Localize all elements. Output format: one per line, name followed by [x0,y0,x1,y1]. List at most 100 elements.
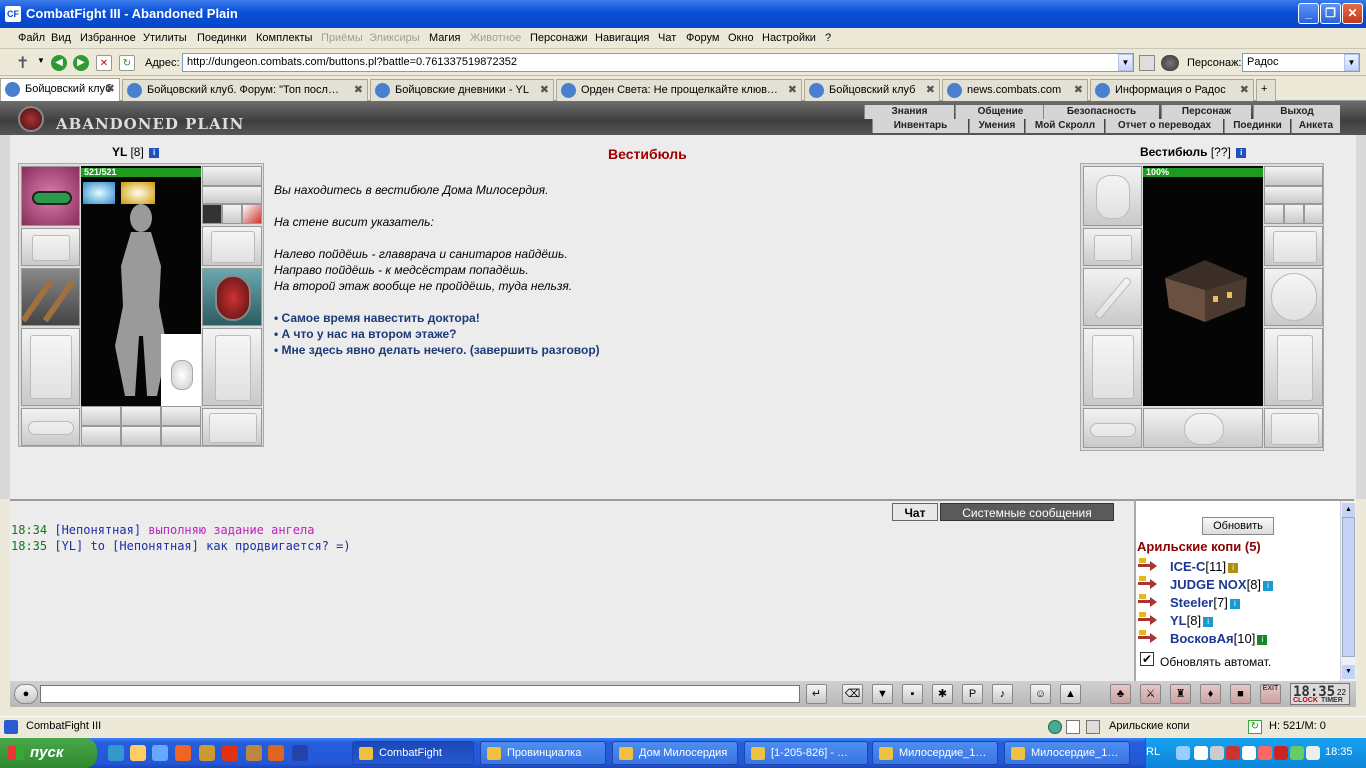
member-row[interactable]: ICE-C[11] i [1138,558,1239,574]
menu-item[interactable]: Эликсиры [369,32,420,44]
weapon-icon[interactable]: ⚔ [1140,684,1161,704]
minimize-button[interactable]: _ [1298,3,1319,24]
info-icon[interactable]: i [1229,599,1240,609]
scroll-up-icon[interactable]: ▲ [1342,503,1355,517]
armor-slot[interactable] [1083,328,1142,406]
map-icon[interactable] [1066,720,1080,734]
gloves-slot[interactable] [1264,226,1323,266]
save-log-icon[interactable]: ▪ [902,684,923,704]
shield-slot[interactable] [202,268,262,326]
member-name[interactable]: ВосковАя [1170,631,1234,646]
tray-icon-4[interactable] [1226,746,1240,760]
private-arrow-icon[interactable] [1138,594,1158,607]
bracers-slot[interactable] [21,228,80,266]
game-nav-item[interactable]: Отчет о переводах [1105,119,1223,133]
taskbar-button[interactable]: Провинциалка [480,741,606,765]
world-icon[interactable] [1048,720,1062,734]
ring-slot-1[interactable] [1264,204,1284,224]
npc-name-header[interactable]: Вестибюль [??] i [1140,145,1247,159]
info-icon[interactable]: i [1228,563,1239,573]
private-arrow-icon[interactable] [1138,576,1158,589]
scroll-slot-1[interactable] [81,426,121,446]
radiation-icon[interactable] [222,745,238,761]
private-arrow-icon[interactable] [1138,558,1158,571]
helmet-icon[interactable]: ▲ [1060,684,1081,704]
send-icon[interactable]: ↵ [806,684,827,704]
language-indicator[interactable]: RL [1146,746,1160,758]
tab-close-icon[interactable]: ✖ [926,83,935,96]
menu-item[interactable]: Поединки [197,32,247,44]
menu-item[interactable]: Животное [470,32,521,44]
member-row[interactable]: ВосковАя[10] i [1138,630,1268,646]
gift-icon[interactable]: ■ [1230,684,1251,704]
leggings-slot[interactable] [202,328,262,406]
taskbar-button[interactable]: CombatFight [352,741,474,765]
choice-text[interactable]: А что у нас на втором этаже? [282,327,457,341]
helmet-slot[interactable] [1083,166,1142,226]
folder-icon[interactable] [130,745,146,761]
chat-author[interactable]: [Непонятная] [54,523,141,537]
refresh-status-icon[interactable]: ↻ [1248,720,1262,734]
member-name[interactable]: Steeler [1170,595,1213,610]
game-nav-item[interactable]: Знания [864,105,954,119]
info-icon[interactable]: i [1203,617,1214,627]
tab-close-icon[interactable]: ✖ [788,83,797,96]
ring-slot-2[interactable] [222,204,242,224]
address-dropdown-icon[interactable]: ▼ [1118,54,1133,71]
bag-icon[interactable]: ♣ [1110,684,1131,704]
rune-slot-1[interactable] [81,406,121,426]
browser-tab[interactable]: Информация о Радос ✖ [1090,79,1254,101]
browser-tab[interactable]: Бойцовский клуб ✖ [0,78,120,101]
info-icon[interactable]: i [1263,581,1274,591]
menu-item[interactable]: Форум [686,32,719,44]
belt-slot[interactable] [21,408,80,446]
tab-chat[interactable]: Чат [892,503,938,521]
pet-image[interactable] [161,334,201,406]
private-icon[interactable]: P [962,684,983,704]
menu-item[interactable]: Магия [429,32,461,44]
dialog-choice-second-floor[interactable]: • А что у нас на втором этаже? [274,327,456,341]
player-name-header[interactable]: YL [8] i [112,145,160,159]
chat-mode-icon[interactable]: ● [14,684,38,704]
choice-text[interactable]: Мне здесь явно делать нечего. (завершить… [282,343,600,357]
tab-system-messages[interactable]: Системные сообщения [940,503,1114,521]
member-row[interactable]: JUDGE NOX[8] i [1138,576,1274,592]
dialog-choice-leave[interactable]: • Мне здесь явно делать нечего. (заверши… [274,343,600,357]
game-nav-item[interactable]: Персонаж [1161,105,1251,119]
taskbar-button[interactable]: Дом Милосердия [612,741,738,765]
start-button[interactable]: пуск [0,738,97,768]
person-dropdown-icon[interactable]: ▼ [1344,54,1359,71]
tab-close-icon[interactable]: ✖ [354,83,363,96]
cf-icon[interactable] [292,745,308,761]
firefox-icon[interactable] [175,745,191,761]
menu-item[interactable]: Комплекты [256,32,312,44]
scroll-thumb[interactable] [1342,517,1355,657]
ring-slot-3[interactable] [242,204,262,224]
menu-item[interactable]: Избранное [80,32,136,44]
tab-close-icon[interactable]: ✖ [540,83,549,96]
bracers-slot[interactable] [1083,228,1142,266]
private-arrow-icon[interactable] [1138,612,1158,625]
menu-item[interactable]: Приёмы [321,32,363,44]
menu-item[interactable]: Вид [51,32,71,44]
menu-item[interactable]: ? [825,32,831,44]
dialog-choice-doctor[interactable]: • Самое время навестить доктора! [274,311,480,325]
browser-tab[interactable]: Бойцовский клуб. Форум: "Топ посл… ✖ [122,79,368,101]
armor-slot[interactable] [21,328,80,406]
tray-icon-7[interactable] [1274,746,1288,760]
close-button[interactable]: ✕ [1342,3,1363,24]
necklace-slot[interactable] [1264,186,1323,204]
sound-icon[interactable]: ♪ [992,684,1013,704]
tray-icon-2[interactable] [1194,746,1208,760]
member-name[interactable]: JUDGE NOX [1170,577,1247,592]
game-launcher-icon[interactable] [199,745,215,761]
member-name[interactable]: YL [1170,613,1187,628]
smiley-icon[interactable]: ☺ [1030,684,1051,704]
member-row[interactable]: YL[8] i [1138,612,1214,628]
necklace-slot[interactable] [202,186,262,204]
menu-item[interactable]: Утилиты [143,32,187,44]
scroll-slot-2[interactable] [121,426,161,446]
menu-item[interactable]: Настройки [762,32,816,44]
chevron-down-icon[interactable]: ▼ [37,56,45,65]
online-scrollbar[interactable]: ▲ ▼ [1340,501,1356,681]
